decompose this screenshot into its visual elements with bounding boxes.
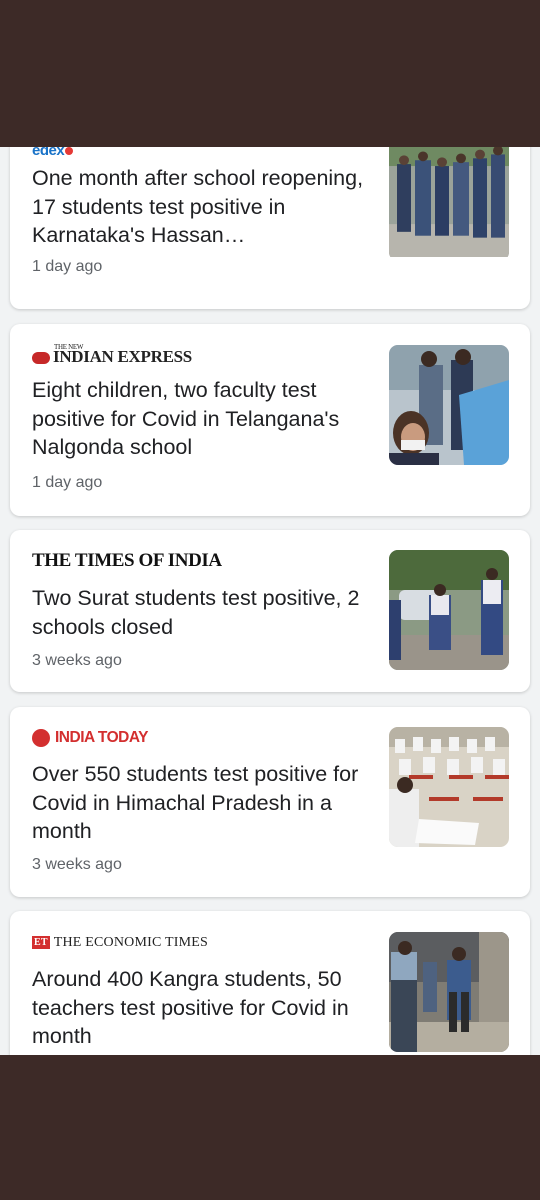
times-of-india-logo-icon: THE TIMES OF INDIA: [32, 550, 222, 571]
timestamp: 1 day ago: [32, 258, 103, 275]
news-card[interactable]: edex One month after school reopening, 1…: [10, 147, 530, 309]
timestamp: 3 weeks ago: [32, 652, 122, 669]
school-corridor-image[interactable]: [389, 932, 509, 1052]
headline[interactable]: Two Surat students test positive, 2 scho…: [32, 584, 372, 641]
headline[interactable]: Over 550 students test positive for Covi…: [32, 760, 372, 846]
timestamp: 3 weeks ago: [32, 856, 122, 873]
headline[interactable]: Eight children, two faculty test positiv…: [32, 376, 372, 462]
news-card[interactable]: ET THE ECONOMIC TIMES Around 400 Kangra s…: [10, 911, 530, 1055]
edex-logo-icon: edex: [32, 147, 74, 159]
india-today-logo-icon: INDIA TODAY: [32, 728, 148, 747]
news-card[interactable]: THE NEW INDIAN EXPRESS Eight children, tw…: [10, 324, 530, 516]
source-logo: THE TIMES OF INDIA: [32, 550, 222, 572]
headline[interactable]: One month after school reopening, 17 stu…: [32, 164, 372, 250]
top-dark-band: [0, 0, 540, 147]
bottom-dark-band: [0, 1055, 540, 1200]
headline[interactable]: Around 400 Kangra students, 50 teachers …: [32, 965, 372, 1051]
news-card[interactable]: THE TIMES OF INDIA Two Surat students te…: [10, 530, 530, 692]
source-logo: INDIA TODAY: [32, 727, 148, 749]
news-card[interactable]: INDIA TODAY Over 550 students test posit…: [10, 707, 530, 897]
students-walking-image[interactable]: [389, 147, 509, 261]
source-logo: THE NEW INDIAN EXPRESS: [32, 343, 192, 368]
source-logo: ET THE ECONOMIC TIMES: [32, 932, 208, 954]
school-girls-street-image[interactable]: [389, 550, 509, 670]
timestamp: 1 day ago: [32, 474, 103, 491]
new-indian-express-logo-icon: THE NEW INDIAN EXPRESS: [32, 343, 192, 367]
economic-times-logo-icon: ET THE ECONOMIC TIMES: [32, 935, 208, 950]
covid-swab-test-image[interactable]: [389, 345, 509, 465]
news-feed[interactable]: edex One month after school reopening, 1…: [0, 147, 540, 1055]
source-logo: edex: [32, 147, 74, 161]
exam-hall-image[interactable]: [389, 727, 509, 847]
